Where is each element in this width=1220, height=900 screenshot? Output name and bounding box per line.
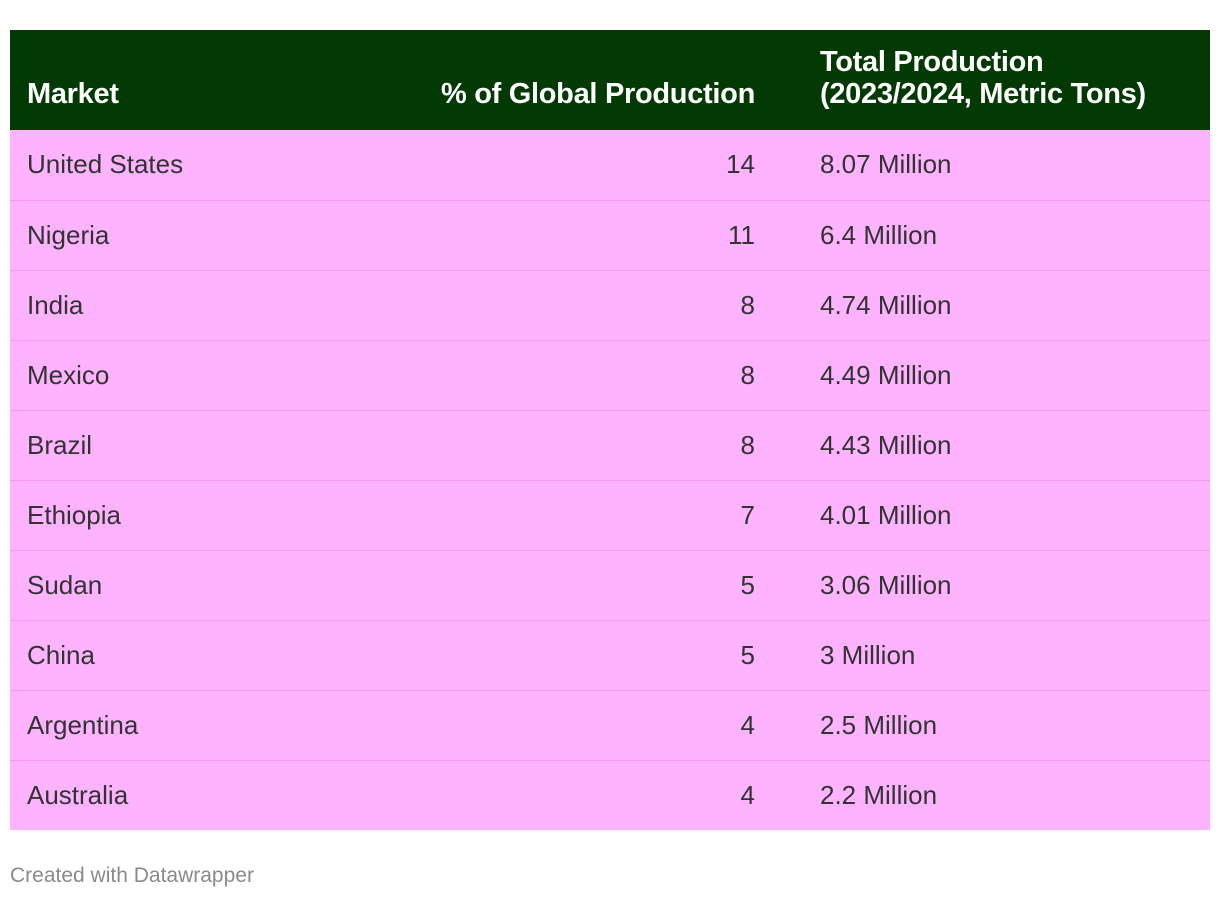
cell-total-production: 8.07 Million	[820, 149, 952, 180]
header-percent-global[interactable]: % of Global Production	[400, 30, 764, 130]
header-total-production[interactable]: Total Production (2023/2024, Metric Tons)	[764, 30, 1210, 130]
cell-market: Mexico	[10, 339, 400, 410]
cell-market: Argentina	[10, 689, 400, 760]
cell-market: Sudan	[10, 549, 400, 620]
cell-percent-global: 8	[400, 409, 764, 480]
cell-total-production: 4.43 Million	[764, 409, 1210, 480]
header-row: Market % of Global Production Total Prod…	[10, 30, 1210, 130]
cell-total-production: 4.74 Million	[764, 269, 1210, 340]
table-row: India 8 4.74 Million	[10, 269, 1210, 340]
cell-percent-global: 4	[400, 689, 764, 760]
cell-total-production: 2.2 Million	[764, 759, 1210, 830]
table-row: Argentina 4 2.5 Million	[10, 689, 1210, 760]
cell-market: Australia	[10, 759, 400, 830]
cell-percent-global: 14	[726, 149, 755, 180]
cell-percent-global: 7	[400, 479, 764, 550]
cell-market: Nigeria	[10, 199, 400, 270]
data-table: Market % of Global Production Total Prod…	[10, 30, 1210, 830]
table-row: China 5 3 Million	[10, 619, 1210, 690]
header-market[interactable]: Market	[10, 30, 400, 130]
table-body: United States 14 8.07 Million Nigeria 11 6.4 …	[10, 130, 1210, 830]
cell-percent-global: 8	[400, 269, 764, 340]
cell-total-production: 3.06 Million	[764, 549, 1210, 620]
cell-percent-global: 4	[400, 759, 764, 830]
footer-credit[interactable]: Created with Datawrapper	[10, 864, 254, 888]
table-row: Nigeria 11 6.4 Million	[10, 199, 1210, 270]
cell-market: China	[10, 619, 400, 690]
header-total-production-line: (2023/2024, Metric Tons)	[820, 78, 1146, 110]
cell-market: United States	[27, 149, 184, 180]
table-row: Sudan 5 3.06 Million	[10, 549, 1210, 620]
table-header: Market % of Global Production Total Prod…	[10, 30, 1210, 130]
cell-percent-global: 5	[400, 549, 764, 620]
table-row: Australia 4 2.2 Million	[10, 759, 1210, 830]
cell-total-production: 2.5 Million	[764, 689, 1210, 760]
table-row: Ethiopia 7 4.01 Million	[10, 479, 1210, 550]
table-row: United States 14 8.07 Million	[10, 130, 1210, 200]
cell-market: India	[10, 269, 400, 340]
cell-total-production: 6.4 Million	[764, 199, 1210, 270]
table-row: Mexico 8 4.49 Million	[10, 339, 1210, 410]
cell-total-production: 4.49 Million	[764, 339, 1210, 410]
cell-market: Brazil	[10, 409, 400, 480]
header-total-production-line: Total Production	[820, 46, 1044, 78]
cell-percent-global: 5	[400, 619, 764, 690]
cell-percent-global: 11	[400, 199, 764, 270]
cell-total-production: 4.01 Million	[764, 479, 1210, 550]
table-row: Brazil 8 4.43 Million	[10, 409, 1210, 480]
cell-percent-global: 8	[400, 339, 764, 410]
cell-total-production: 3 Million	[764, 619, 1210, 690]
data-table-container: Market % of Global Production Total Prod…	[10, 30, 1210, 830]
cell-market: Ethiopia	[10, 479, 400, 550]
